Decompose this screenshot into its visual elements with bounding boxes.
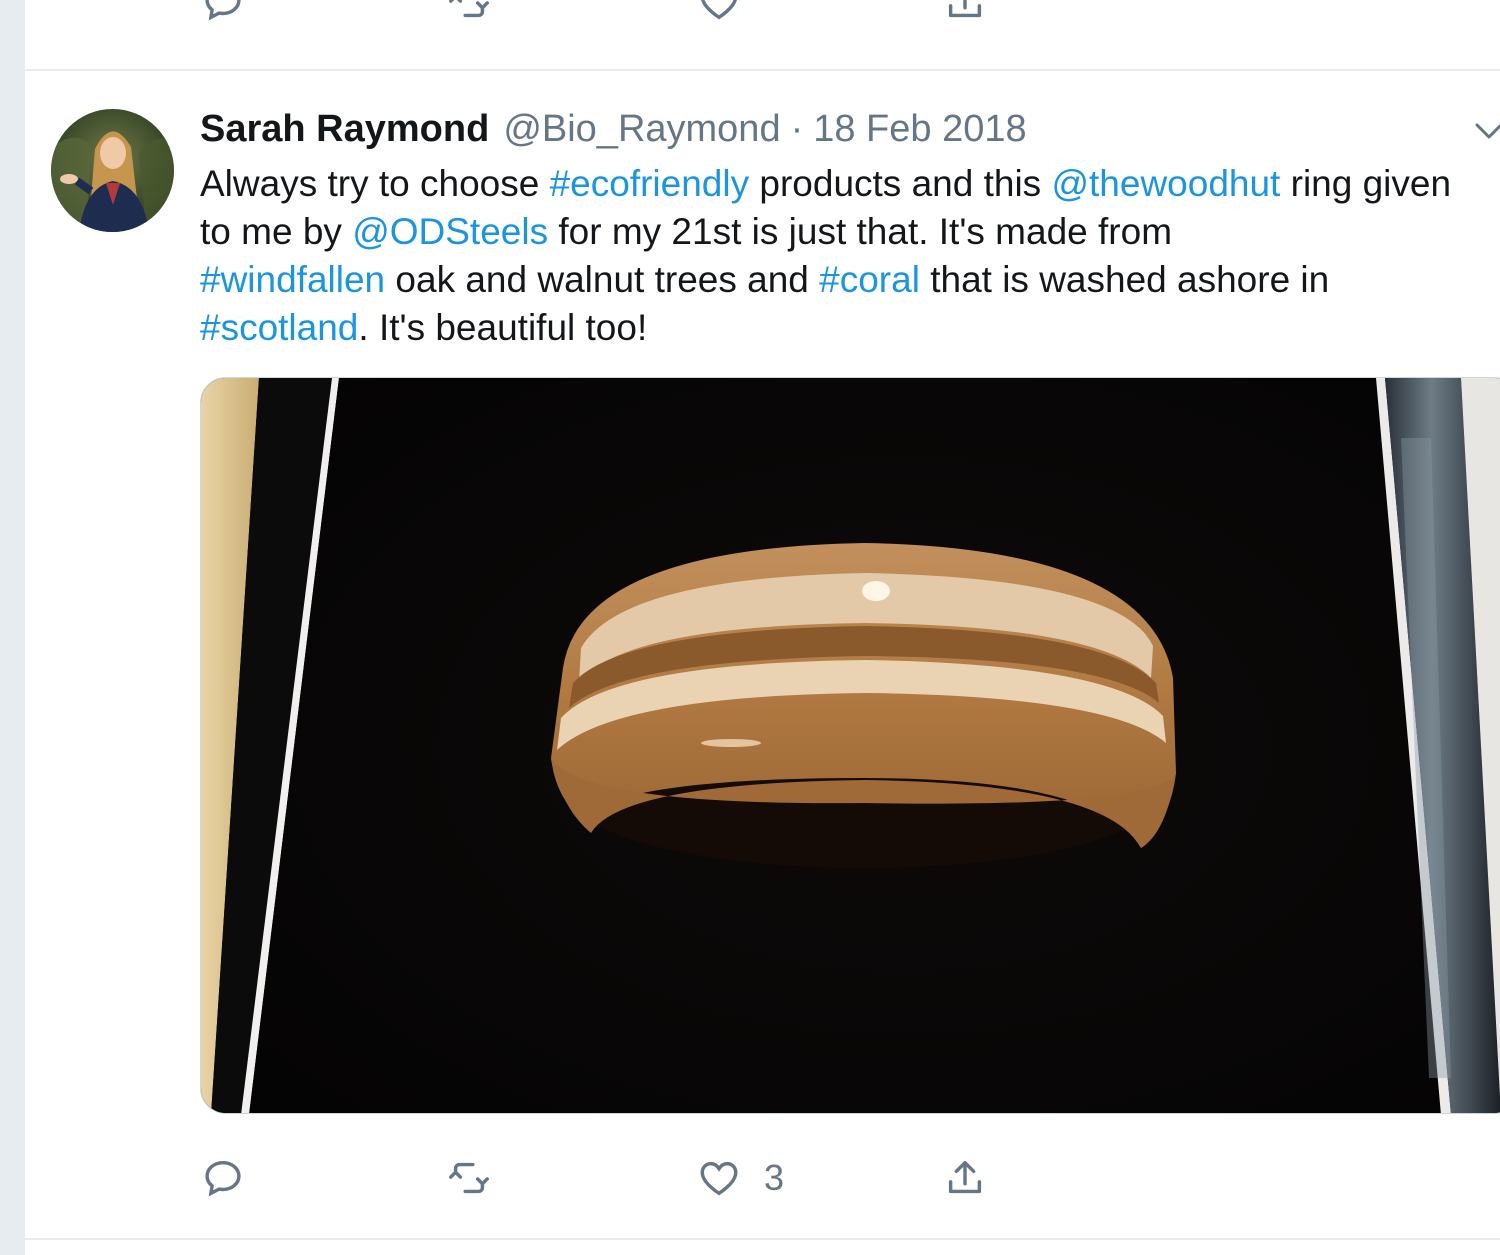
reply-button[interactable] — [200, 0, 246, 24]
avatar[interactable] — [51, 109, 174, 232]
more-options-button[interactable] — [1472, 116, 1500, 146]
hashtag-link[interactable]: #coral — [819, 259, 920, 300]
share-icon — [948, 1160, 982, 1194]
tweet-header: Sarah Raymond @Bio_Raymond · 18 Feb 2018 — [200, 108, 1027, 156]
retweet-icon — [449, 1162, 489, 1194]
left-gutter — [0, 0, 25, 1255]
text-segment: Always try to choose — [200, 163, 550, 204]
share-button[interactable] — [942, 1156, 988, 1200]
tweet-divider — [25, 69, 1500, 71]
tweet-actions: 3 — [200, 1148, 1020, 1208]
hashtag-link[interactable]: #scotland — [200, 307, 358, 348]
heart-icon — [700, 1161, 738, 1196]
retweet-button[interactable] — [446, 1156, 492, 1200]
retweet-icon — [449, 0, 489, 18]
author-handle[interactable]: @Bio_Raymond — [503, 108, 780, 151]
separator-dot: · — [790, 108, 804, 150]
text-segment: for my 21st is just that. It's made from — [548, 211, 1173, 252]
text-segment: that is washed ashore in — [919, 259, 1330, 300]
author-name[interactable]: Sarah Raymond — [200, 108, 489, 151]
mention-link[interactable]: @ODSteels — [352, 211, 548, 252]
retweet-button[interactable] — [446, 0, 492, 24]
tweet-text: Always try to choose #ecofriendly produc… — [200, 160, 1460, 352]
like-button[interactable] — [696, 0, 742, 24]
share-button[interactable] — [942, 0, 988, 24]
hashtag-link[interactable]: #windfallen — [200, 259, 385, 300]
ring-photo-subject — [551, 543, 1176, 868]
text-segment: products and this — [749, 163, 1052, 204]
reply-button[interactable] — [200, 1156, 246, 1200]
reply-icon — [205, 1160, 241, 1197]
like-count: 3 — [764, 1157, 785, 1198]
reply-icon — [205, 0, 241, 21]
chevron-down-icon — [1475, 123, 1500, 139]
tweet-divider — [25, 1238, 1500, 1240]
text-segment: oak and walnut trees and — [385, 259, 820, 300]
share-icon — [948, 0, 982, 18]
heart-icon — [701, 0, 737, 20]
hashtag-link[interactable]: #ecofriendly — [550, 163, 750, 204]
text-segment: . It's beautiful too! — [358, 307, 648, 348]
previous-tweet-actions — [200, 0, 1020, 32]
tweet-date[interactable]: 18 Feb 2018 — [813, 108, 1026, 151]
like-button[interactable]: 3 — [696, 1156, 784, 1200]
mention-link[interactable]: @thewoodhut — [1051, 163, 1280, 204]
tweet-photo[interactable] — [200, 377, 1500, 1114]
